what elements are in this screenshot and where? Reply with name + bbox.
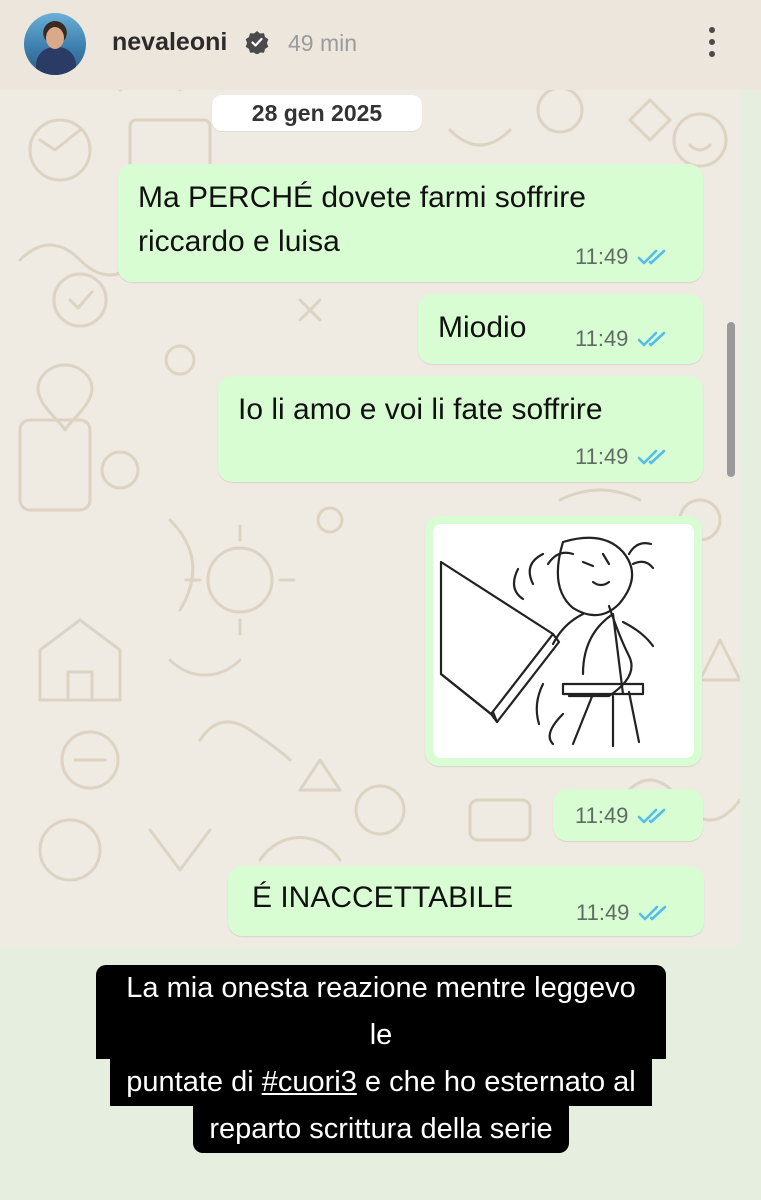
message-time: 11:49 — [576, 900, 630, 925]
message-bubble-image-time[interactable]: 11:49 — [553, 789, 703, 841]
more-options-icon[interactable] — [700, 24, 724, 64]
message-text: Io li amo e voi li fate soffrire — [238, 393, 603, 426]
message-time: 11:49 — [575, 244, 629, 269]
chat-scrollbar[interactable] — [727, 322, 735, 477]
chat-screenshot: 28 gen 2025 Ma PERCHÉ dovete farmi soffr… — [0, 0, 740, 946]
story-time-ago: 49 min — [288, 30, 358, 56]
message-meta: 11:49 — [575, 444, 670, 470]
caption-line-3: reparto scrittura della serie — [193, 1106, 569, 1153]
message-time: 11:49 — [575, 444, 629, 469]
caption-line-1: La mia onesta reazione mentre leggevo le — [96, 965, 666, 1059]
story-header: nevaleoni 49 min — [0, 0, 761, 90]
message-meta: 11:49 — [575, 326, 670, 352]
message-text: É INACCETTABILE — [252, 881, 514, 914]
message-meta: 11:49 — [576, 900, 671, 926]
username[interactable]: nevaleoni — [112, 28, 227, 57]
double-check-icon — [639, 905, 667, 921]
avatar-body — [36, 47, 76, 75]
table-flip-drawing — [439, 536, 655, 748]
avatar[interactable] — [24, 13, 86, 75]
caption-text: e che ho esternato al — [356, 1066, 636, 1098]
double-check-icon — [638, 249, 666, 265]
double-check-icon — [638, 808, 666, 824]
message-time: 11:49 — [575, 326, 629, 351]
double-check-icon — [638, 449, 666, 465]
message-meta: 11:49 — [575, 244, 670, 270]
message-bubble-5[interactable]: É INACCETTABILE 11:49 — [228, 866, 704, 936]
message-time: 11:49 — [575, 803, 629, 828]
message-meta: 11:49 — [575, 803, 670, 829]
caption-line-2: puntate di #cuori3 e che ho esternato al — [110, 1059, 652, 1106]
message-bubble-3[interactable]: Io li amo e voi li fate soffrire 11:49 — [218, 376, 703, 482]
message-text-line2: riccardo e luisa — [138, 225, 340, 258]
message-text-line1: Ma PERCHÉ dovete farmi soffrire — [138, 181, 586, 214]
story-caption: La mia onesta reazione mentre leggevo le… — [96, 965, 666, 1153]
message-bubble-1[interactable]: Ma PERCHÉ dovete farmi soffrire riccardo… — [118, 164, 703, 282]
image-message[interactable] — [425, 516, 702, 766]
hashtag-link[interactable]: #cuori3 — [262, 1066, 357, 1098]
caption-text: puntate di — [126, 1066, 262, 1098]
table-flip-meme-image[interactable] — [433, 524, 694, 758]
message-bubble-2[interactable]: Miodio 11:49 — [418, 294, 703, 364]
message-text: Miodio — [438, 311, 527, 344]
date-separator: 28 gen 2025 — [212, 95, 422, 131]
verified-badge-icon — [245, 31, 269, 54]
double-check-icon — [638, 331, 666, 347]
avatar-face — [46, 27, 64, 49]
